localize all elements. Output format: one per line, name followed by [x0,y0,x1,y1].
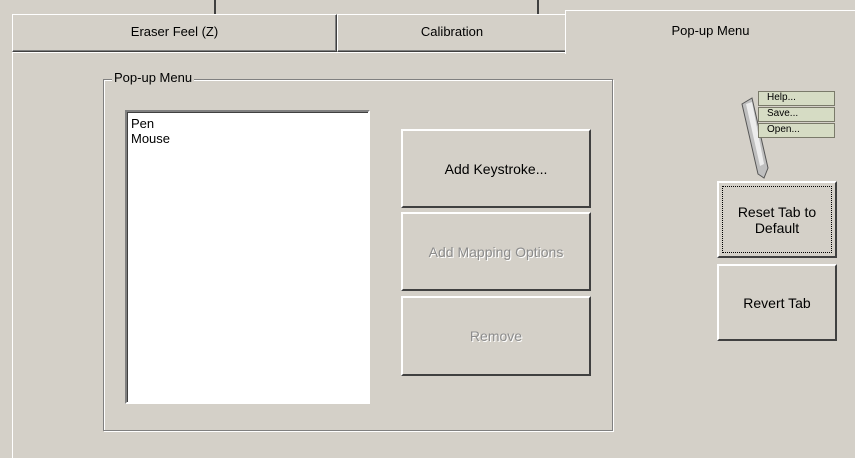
groupbox-title: Pop-up Menu [112,70,195,85]
revert-tab-button[interactable]: Revert Tab [717,264,837,341]
tab-row-back-divider [537,0,539,14]
open-menu-item[interactable]: Open... [758,123,835,138]
tab-label: Pop-up Menu [671,23,750,38]
add-keystroke-button[interactable]: Add Keystroke... [401,129,591,208]
list-item[interactable]: Pen [127,116,368,131]
list-item[interactable]: Mouse [127,131,368,146]
help-widget[interactable]: Help... Save... Open... [738,88,838,180]
tab-label: Calibration [420,24,484,39]
remove-button[interactable]: Remove [401,296,591,376]
add-mapping-options-button[interactable]: Add Mapping Options [401,212,591,291]
tab-popup-menu[interactable]: Pop-up Menu [565,10,855,54]
save-menu-item[interactable]: Save... [758,107,835,122]
popup-menu-list[interactable]: Pen Mouse [125,110,370,404]
help-menu-item[interactable]: Help... [758,91,835,106]
tab-row-back-divider [214,0,216,14]
tab-calibration[interactable]: Calibration [337,14,567,52]
reset-tab-to-default-button[interactable]: Reset Tab to Default [717,181,837,258]
tab-label: Eraser Feel (Z) [130,24,219,39]
tab-eraser-feel[interactable]: Eraser Feel (Z) [12,14,337,52]
